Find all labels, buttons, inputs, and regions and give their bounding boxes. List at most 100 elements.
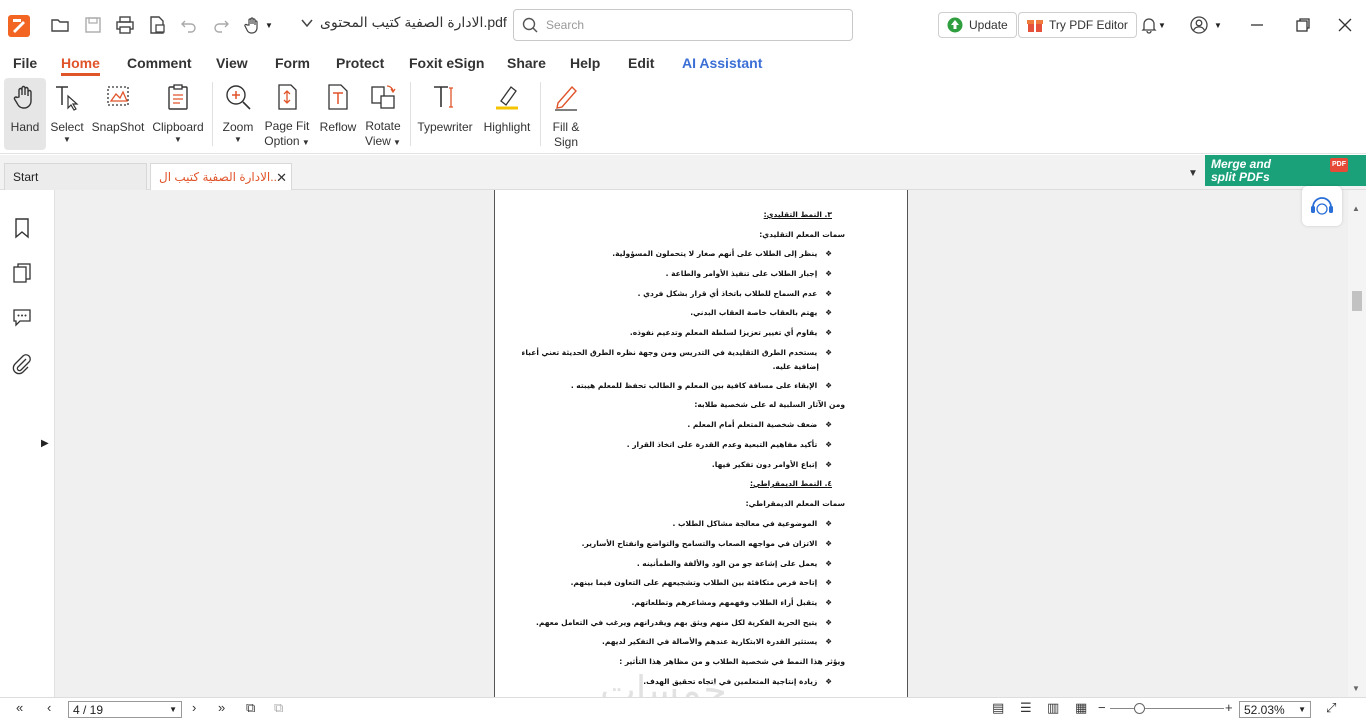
save-icon <box>85 17 101 33</box>
menu-form[interactable]: Form <box>275 55 310 71</box>
undo-button[interactable] <box>179 9 199 41</box>
zoom-button[interactable]: Zoom ▼ <box>220 78 256 150</box>
menu-bar: File Home Comment View Form Protect Foxi… <box>0 50 1366 76</box>
page-fit-icon <box>278 83 297 110</box>
next-page-icon[interactable]: › <box>192 700 196 715</box>
subheading: ومن الآثار السلبية له على شخصية طلابه: <box>694 400 845 409</box>
scroll-down-icon[interactable]: ▼ <box>1352 684 1360 693</box>
menu-edit[interactable]: Edit <box>628 55 654 71</box>
typewriter-button[interactable]: Typewriter <box>416 78 474 150</box>
snapshot-label: SnapShot <box>91 120 145 134</box>
merge-banner-line2: split PDFs <box>1211 170 1270 184</box>
scroll-up-icon[interactable]: ▲ <box>1352 204 1360 213</box>
close-window-button[interactable] <box>1330 10 1360 40</box>
document-viewer[interactable]: ٣. النمط التقليدي: سمات المعلم التقليدي: ❖… <box>55 190 1348 697</box>
bullet-diamond-icon: ❖ <box>825 440 832 449</box>
open-file-button[interactable] <box>50 9 70 41</box>
line-text: ومن الآثار السلبية له على شخصية طلابه: <box>694 400 845 409</box>
comments-icon[interactable] <box>11 306 33 328</box>
redo-button[interactable] <box>211 9 231 41</box>
search-box[interactable] <box>513 9 853 41</box>
line-text: يعمل على إشاعة جو من الود والألفة والطمأ… <box>636 559 818 568</box>
continuous-view-icon[interactable]: ☰ <box>1020 700 1032 716</box>
bookmark-icon[interactable] <box>11 217 33 239</box>
reflow-button[interactable]: Reflow <box>318 78 358 150</box>
bullet-diamond-icon: ❖ <box>825 598 832 607</box>
account-button[interactable]: ▼ <box>1186 10 1226 40</box>
zoom-level-field[interactable]: 52.03% ▼ <box>1239 701 1311 718</box>
bullet-diamond-icon: ❖ <box>825 249 832 258</box>
try-pdf-editor-button[interactable]: Try PDF Editor <box>1018 12 1137 38</box>
menu-comment[interactable]: Comment <box>127 55 192 71</box>
hand-tool-button[interactable]: Hand <box>4 78 46 150</box>
highlight-label: Highlight <box>483 120 531 134</box>
close-tab-icon[interactable]: ✕ <box>276 170 287 186</box>
menu-home[interactable]: Home <box>61 55 100 76</box>
merge-split-banner[interactable]: Merge and split PDFs PDF <box>1205 155 1366 186</box>
line-text: ينظر إلى الطلاب على أنهم صغار لا يتحملون… <box>612 249 818 258</box>
menu-ai-assistant[interactable]: AI Assistant <box>682 55 762 71</box>
page-number-field[interactable]: 4 / 19 ▼ <box>68 701 182 718</box>
scrollbar-thumb[interactable] <box>1352 291 1362 311</box>
highlight-button[interactable]: Highlight <box>480 78 534 150</box>
page-fit-option-button[interactable]: Page Fit Option ▼ <box>262 78 312 150</box>
continuous-facing-view-icon[interactable]: ▦ <box>1075 700 1087 716</box>
zoom-out-icon[interactable]: − <box>1098 700 1106 715</box>
print-button[interactable] <box>115 9 135 41</box>
save-button[interactable] <box>83 9 103 41</box>
search-input[interactable] <box>546 18 836 32</box>
facing-view-icon[interactable]: ▥ <box>1047 700 1059 716</box>
next-view-icon[interactable]: ⧉ <box>274 700 283 716</box>
first-page-icon[interactable]: « <box>16 700 23 715</box>
single-page-view-icon[interactable]: ▤ <box>992 700 1004 716</box>
previous-view-icon[interactable]: ⧉ <box>246 700 255 716</box>
line-text: يتيح الحرية الفكرية لكل منهم ويثق بهم وي… <box>535 618 818 627</box>
menu-file[interactable]: File <box>13 55 37 71</box>
bell-icon <box>1141 18 1157 34</box>
bullet-line: ❖ الاتزان في مواجهه الصعاب والتسامح والتو… <box>582 539 832 548</box>
tab-start[interactable]: Start <box>4 163 147 190</box>
subheading: ويؤثر هذا النمط في شخصية الطلاب و من مظا… <box>619 657 845 666</box>
restore-button[interactable] <box>1288 10 1318 40</box>
zoom-in-icon[interactable]: + <box>1225 700 1233 715</box>
pages-thumbnail-icon[interactable] <box>11 262 33 284</box>
notifications-button[interactable]: ▼ <box>1138 10 1168 40</box>
ai-headset-icon <box>1311 197 1333 215</box>
expand-panel-icon[interactable]: ▶ <box>41 438 49 449</box>
bullet-line: ❖ إتباع الأوامر دون تفكير فيها. <box>712 460 832 469</box>
hand-quick-button[interactable]: ▼ <box>243 9 273 41</box>
menu-share[interactable]: Share <box>507 55 546 71</box>
rotate-label-1: Rotate <box>365 119 401 133</box>
menu-protect[interactable]: Protect <box>336 55 384 71</box>
zoom-label: Zoom <box>222 120 254 134</box>
select-label: Select <box>50 120 84 134</box>
zoom-slider[interactable] <box>1110 708 1224 709</box>
page-number-value: 4 / 19 <box>73 702 104 717</box>
menu-help[interactable]: Help <box>570 55 600 71</box>
attachment-icon[interactable] <box>11 353 33 375</box>
minimize-button[interactable] <box>1242 10 1272 40</box>
last-page-icon[interactable]: » <box>218 700 225 715</box>
vertical-scrollbar[interactable]: ▲ ▼ <box>1348 190 1366 697</box>
bullet-diamond-icon: ❖ <box>825 308 832 317</box>
bullet-diamond-icon: ❖ <box>825 420 832 429</box>
fullscreen-icon[interactable]: ⤢ <box>1326 700 1336 716</box>
ai-assistant-button[interactable] <box>1302 186 1342 226</box>
update-button[interactable]: Update <box>938 12 1017 38</box>
chevron-down-icon[interactable] <box>300 18 314 28</box>
export-button[interactable] <box>147 9 167 41</box>
bullet-diamond-icon: ❖ <box>825 348 832 357</box>
rotate-view-button[interactable]: Rotate View ▼ <box>362 78 404 150</box>
bullet-diamond-icon: ❖ <box>825 578 832 587</box>
menu-foxit-esign[interactable]: Foxit eSign <box>409 55 484 71</box>
previous-page-icon[interactable]: ‹ <box>47 700 51 715</box>
fill-sign-label-1: Fill & <box>552 120 580 134</box>
select-tool-button[interactable]: Select ▼ <box>50 78 84 150</box>
menu-view[interactable]: View <box>216 55 248 71</box>
tab-document[interactable]: الادارة الصفية كتيب ال... ✕ <box>150 163 292 190</box>
clipboard-button[interactable]: Clipboard ▼ <box>150 78 206 150</box>
fill-sign-button[interactable]: Fill & Sign <box>546 78 586 150</box>
zoom-slider-knob[interactable] <box>1134 703 1145 714</box>
snapshot-button[interactable]: SnapShot <box>90 78 146 150</box>
tab-list-dropdown-icon[interactable]: ▼ <box>1188 168 1198 179</box>
